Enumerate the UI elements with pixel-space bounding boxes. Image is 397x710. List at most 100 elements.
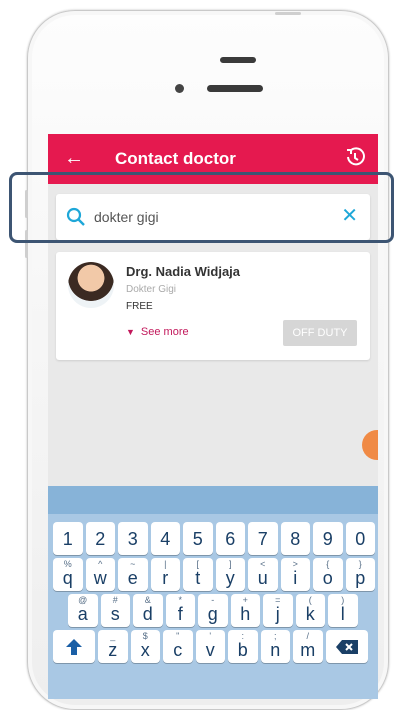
key-label: n — [270, 640, 281, 660]
key-9[interactable]: 9 — [313, 522, 343, 555]
key-y[interactable]: ] y — [215, 558, 245, 591]
earpiece — [207, 85, 263, 92]
highlight-frame — [9, 172, 394, 243]
key-4[interactable]: 4 — [150, 522, 180, 555]
shift-arrow-icon — [66, 639, 82, 655]
key-label: 4 — [160, 529, 171, 549]
key-label: a — [77, 604, 88, 624]
key-label: 3 — [127, 529, 138, 549]
key-h[interactable]: + h — [230, 594, 260, 627]
floating-action-button[interactable] — [362, 430, 378, 460]
key-label: r — [162, 568, 169, 588]
key-o[interactable]: {o — [313, 558, 343, 591]
doctor-specialty: Dokter Gigi — [126, 284, 177, 295]
key-label: t — [195, 568, 201, 588]
key-label: o — [322, 568, 333, 588]
key-l[interactable]: ) l — [328, 594, 358, 627]
key-0[interactable]: 0 — [345, 522, 375, 555]
key-r[interactable]: | r — [150, 558, 180, 591]
key-i[interactable]: > i — [280, 558, 310, 591]
key-label: 9 — [322, 529, 333, 549]
key-label: k — [305, 604, 315, 624]
key-8[interactable]: 8 — [280, 522, 310, 555]
key-m[interactable]: / m — [293, 630, 323, 663]
key-label: f — [177, 604, 183, 624]
key-label: l — [340, 604, 345, 624]
keyboard-row-2: @ a # s & d * f - g + h = j(k) l — [68, 594, 358, 627]
doctor-name: Drg. Nadia Widjaja — [126, 264, 241, 279]
backspace-key[interactable] — [325, 630, 368, 663]
key-label: q — [62, 568, 73, 588]
key-t[interactable]: [t — [183, 558, 213, 591]
key-label: g — [207, 604, 218, 624]
key-b[interactable]: :b — [228, 630, 258, 663]
key-label: m — [300, 640, 316, 660]
key-c[interactable]: " c — [163, 630, 193, 663]
keyboard-suggestion-bar — [48, 486, 378, 514]
key-e[interactable]: ~ e — [118, 558, 148, 591]
speaker-grille — [220, 57, 256, 63]
key-label: p — [355, 568, 366, 588]
keyboard-row-3: _ z $ x " c ' v: b; n / m — [53, 630, 368, 663]
key-label: i — [293, 568, 298, 588]
key-a[interactable]: @ a — [68, 594, 98, 627]
key-label: h — [240, 604, 251, 624]
back-arrow-icon[interactable]: ← — [64, 146, 84, 170]
key-label: 6 — [225, 529, 236, 549]
key-2[interactable]: 2 — [85, 522, 115, 555]
key-u[interactable]: < u — [248, 558, 278, 591]
key-7[interactable]: 7 — [248, 522, 278, 555]
key-6[interactable]: 6 — [215, 522, 245, 555]
key-j[interactable]: = j — [263, 594, 293, 627]
front-camera — [175, 84, 184, 93]
shift-key[interactable] — [53, 630, 95, 663]
key-v[interactable]: ' v — [195, 630, 225, 663]
key-z[interactable]: _ z — [98, 630, 128, 663]
key-d[interactable]: & d — [133, 594, 163, 627]
key-label: d — [142, 604, 153, 624]
key-label: v — [205, 640, 215, 660]
key-label: x — [140, 640, 150, 660]
key-label: 7 — [257, 529, 268, 549]
key-label: e — [127, 568, 138, 588]
key-1[interactable]: 1 — [53, 522, 83, 555]
key-label: 1 — [62, 529, 73, 549]
key-g[interactable]: -g — [198, 594, 228, 627]
key-label: b — [237, 640, 248, 660]
chevron-down-icon: ▼ — [126, 327, 135, 337]
key-label: c — [173, 640, 183, 660]
key-label: j — [275, 604, 280, 624]
keyboard-row-1: % q ^ w ~ e | r[t] y < u > i{o} p — [53, 558, 375, 591]
off-duty-button[interactable]: OFF DUTY — [283, 320, 357, 346]
keyboard-number-row: 1 2 3 4 5 6 7 8 9 0 — [53, 522, 375, 555]
consultation-fee: FREE — [126, 301, 153, 312]
key-label: z — [108, 640, 118, 660]
key-label: u — [257, 568, 268, 588]
key-x[interactable]: $ x — [130, 630, 160, 663]
key-label: y — [225, 568, 235, 588]
see-more-label: See more — [140, 326, 189, 338]
key-q[interactable]: % q — [53, 558, 83, 591]
key-label: 8 — [290, 529, 301, 549]
key-label: 2 — [95, 529, 106, 549]
key-label: 0 — [355, 529, 366, 549]
key-k[interactable]: (k — [295, 594, 325, 627]
key-3[interactable]: 3 — [118, 522, 148, 555]
key-label: s — [110, 604, 120, 624]
power-button — [275, 12, 301, 15]
backspace-icon — [335, 640, 358, 654]
key-p[interactable]: } p — [345, 558, 375, 591]
key-5[interactable]: 5 — [183, 522, 213, 555]
page-title: Contact doctor — [115, 149, 236, 168]
key-f[interactable]: * f — [165, 594, 195, 627]
see-more-link[interactable]: ▼ See more — [126, 326, 189, 338]
key-label: 5 — [192, 529, 203, 549]
history-icon[interactable] — [344, 146, 366, 173]
doctor-avatar — [68, 262, 114, 308]
key-n[interactable]: ; n — [260, 630, 290, 663]
key-w[interactable]: ^ w — [85, 558, 115, 591]
doctor-card[interactable]: Drg. Nadia Widjaja Dokter Gigi FREE ▼ See… — [56, 252, 370, 360]
key-label: w — [93, 568, 107, 588]
keyboard: 1 2 3 4 5 6 7 8 9 0 % q ^ w ~ e | r[t] y < u > i{o} p @ a # s & d * f… — [48, 486, 378, 699]
key-s[interactable]: # s — [100, 594, 130, 627]
